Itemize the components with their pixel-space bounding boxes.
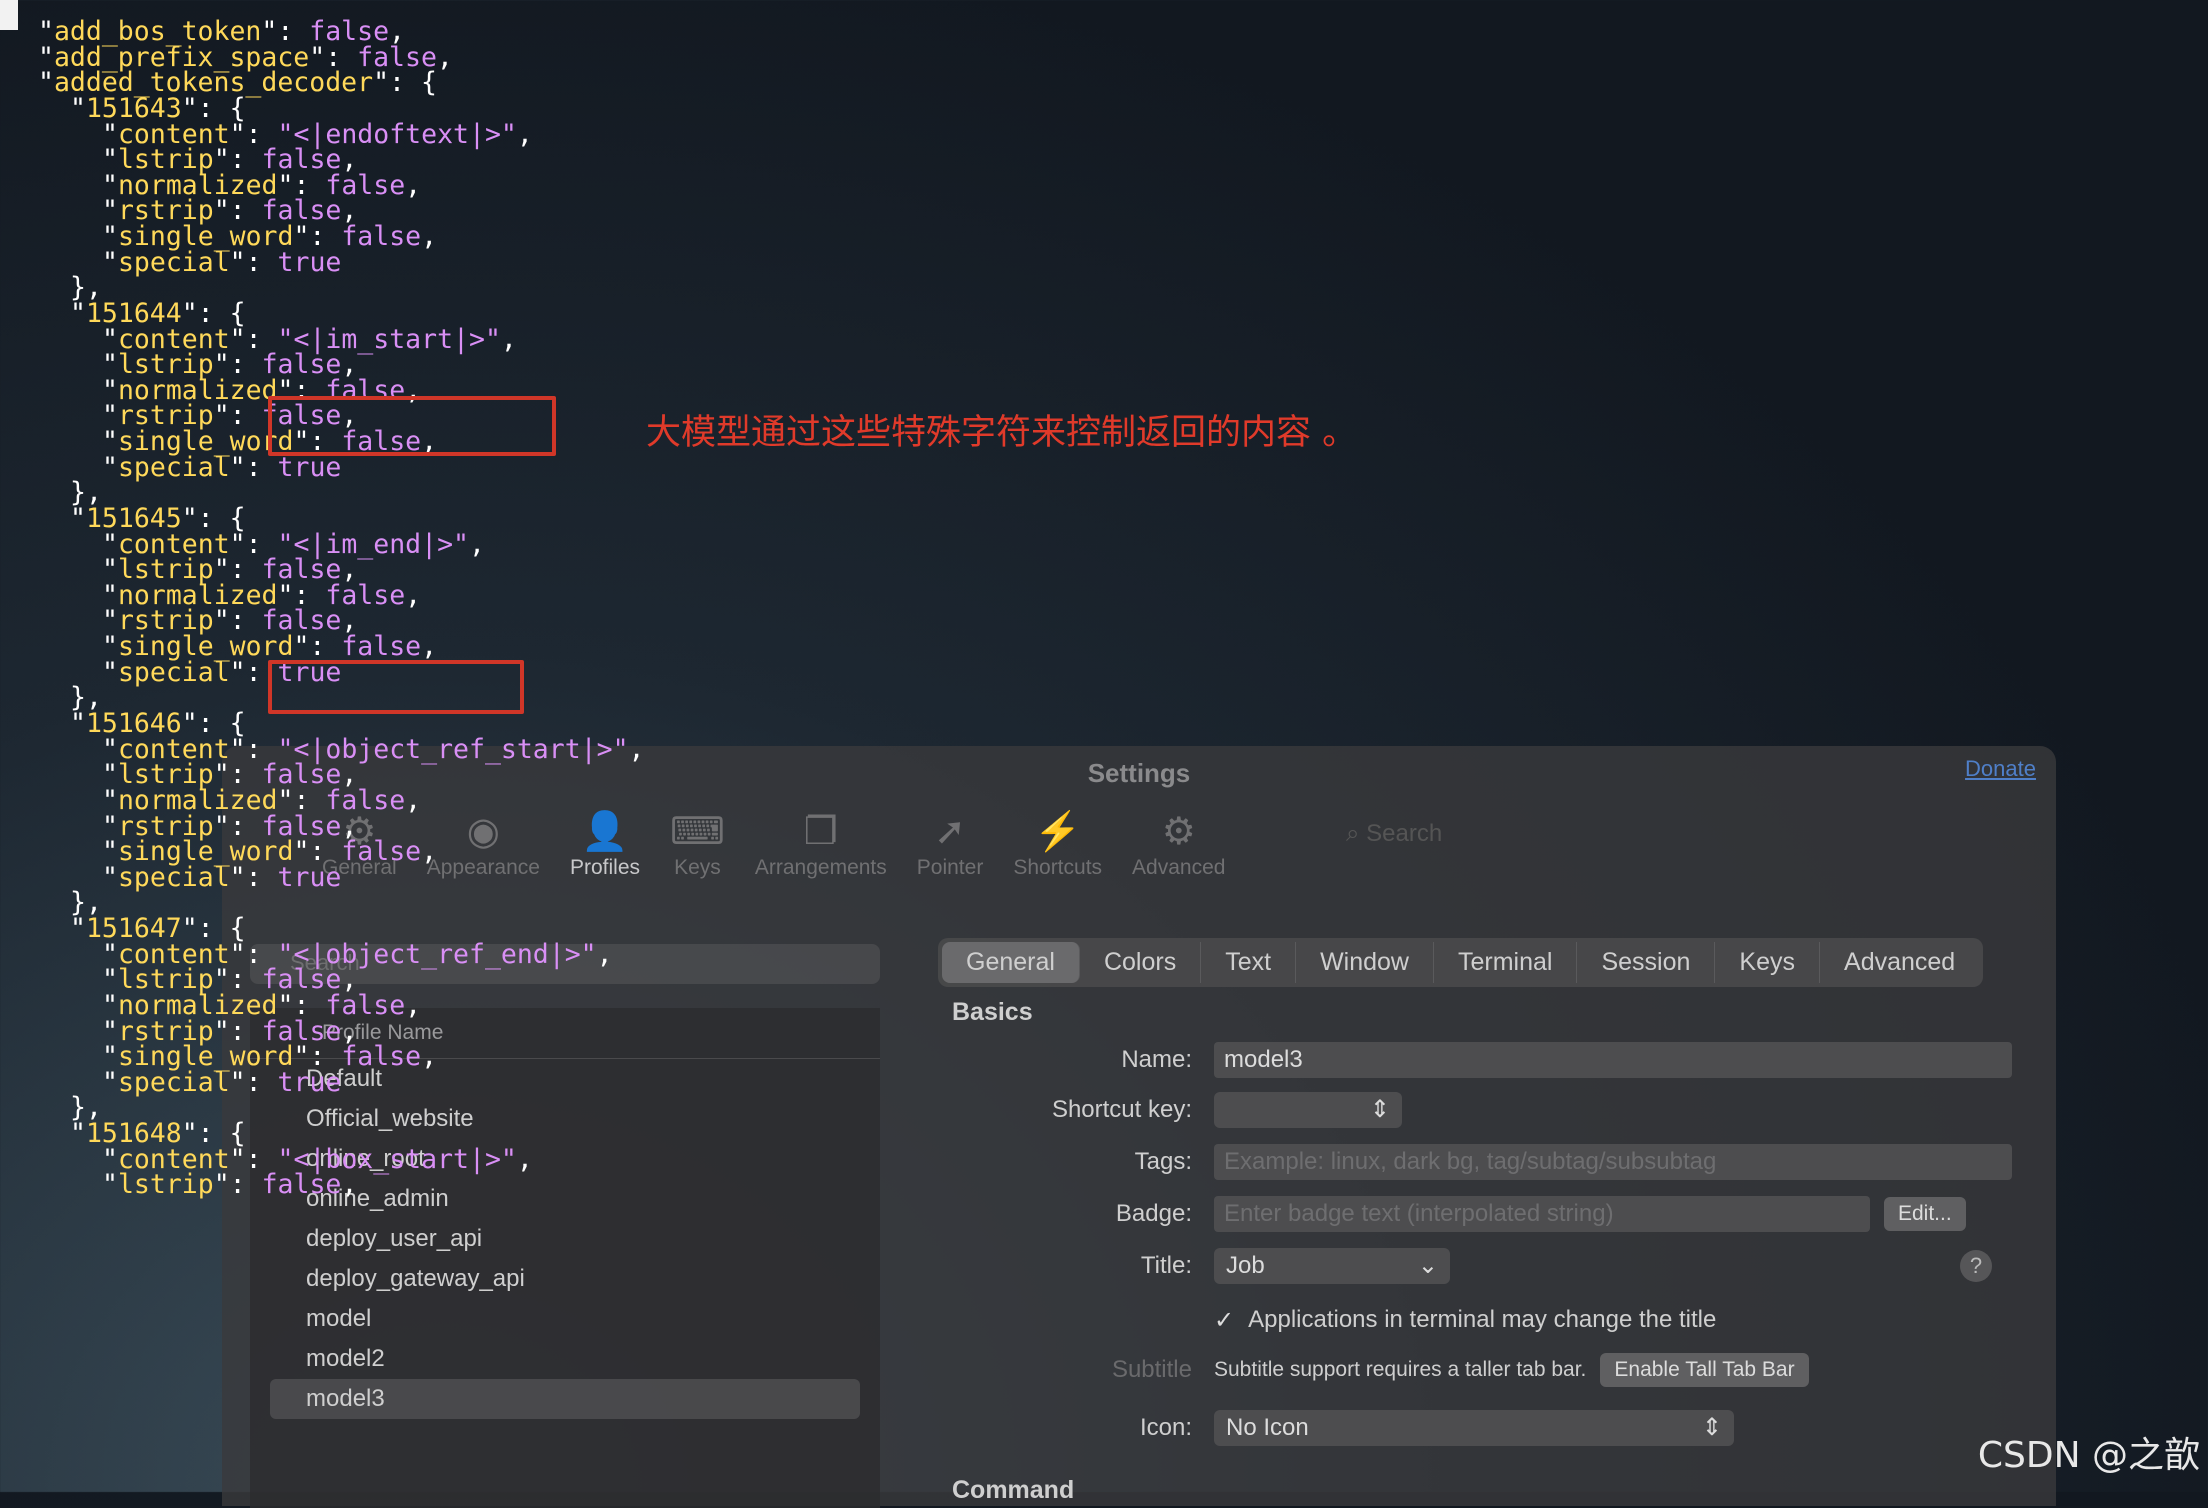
terminal-output: "add_bos_token": false, "add_prefix_space… [0, 0, 2208, 1492]
json-value: false [341, 631, 422, 663]
json-key: lstrip [117, 1169, 214, 1201]
json-value: false [261, 1169, 342, 1201]
json-key: special [117, 451, 230, 483]
json-value: { [420, 67, 437, 99]
watermark: CSDN @之歆 [1977, 1435, 2200, 1476]
json-value: true [277, 451, 342, 483]
json-key: special [117, 1066, 230, 1098]
json-line: "special": true [102, 861, 342, 893]
json-value: true [277, 861, 342, 893]
json-key: special [117, 656, 230, 688]
json-value: true [277, 1066, 342, 1098]
highlight-box-im-end [268, 660, 524, 714]
json-key: special [117, 246, 230, 278]
json-value: true [277, 246, 342, 278]
json-value: false [341, 836, 422, 868]
json-line: "special": true [102, 451, 342, 483]
json-value: false [341, 221, 422, 253]
json-line: "special": true [102, 246, 342, 278]
json-key: special [117, 861, 230, 893]
json-line: "special": true [102, 1066, 342, 1098]
json-value: false [341, 1041, 422, 1073]
annotation-text: 大模型通过这些特殊字符来控制返回的内容 。 [646, 413, 1358, 453]
terminal-cursor [0, 0, 18, 30]
json-line: "lstrip": false, [102, 1169, 358, 1201]
highlight-box-im-start [268, 396, 556, 456]
